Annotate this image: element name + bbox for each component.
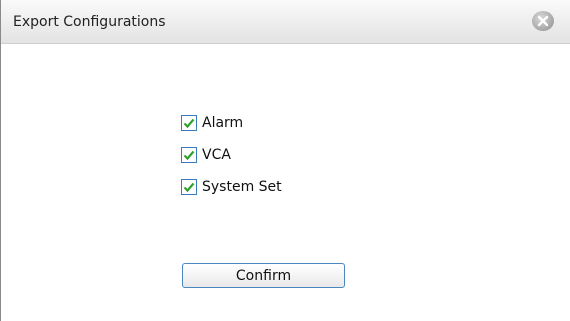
- checkmark-icon: [183, 150, 195, 161]
- close-icon: [537, 15, 549, 27]
- close-button[interactable]: [532, 11, 554, 31]
- checkmark-icon: [183, 118, 195, 129]
- option-system-set[interactable]: System Set: [181, 178, 282, 196]
- dialog-title: Export Configurations: [13, 14, 166, 30]
- export-configurations-dialog: Export Configurations Alarm VCA System S…: [0, 0, 570, 321]
- system-set-checkbox[interactable]: [181, 179, 197, 195]
- alarm-checkbox[interactable]: [181, 115, 197, 131]
- dialog-titlebar: Export Configurations: [1, 0, 570, 44]
- option-alarm[interactable]: Alarm: [181, 114, 243, 132]
- alarm-label: Alarm: [202, 115, 244, 131]
- checkmark-icon: [183, 182, 195, 193]
- vca-label: VCA: [202, 147, 231, 163]
- option-vca[interactable]: VCA: [181, 146, 231, 164]
- system-set-label: System Set: [202, 179, 282, 195]
- confirm-button[interactable]: Confirm: [182, 263, 345, 288]
- vca-checkbox[interactable]: [181, 147, 197, 163]
